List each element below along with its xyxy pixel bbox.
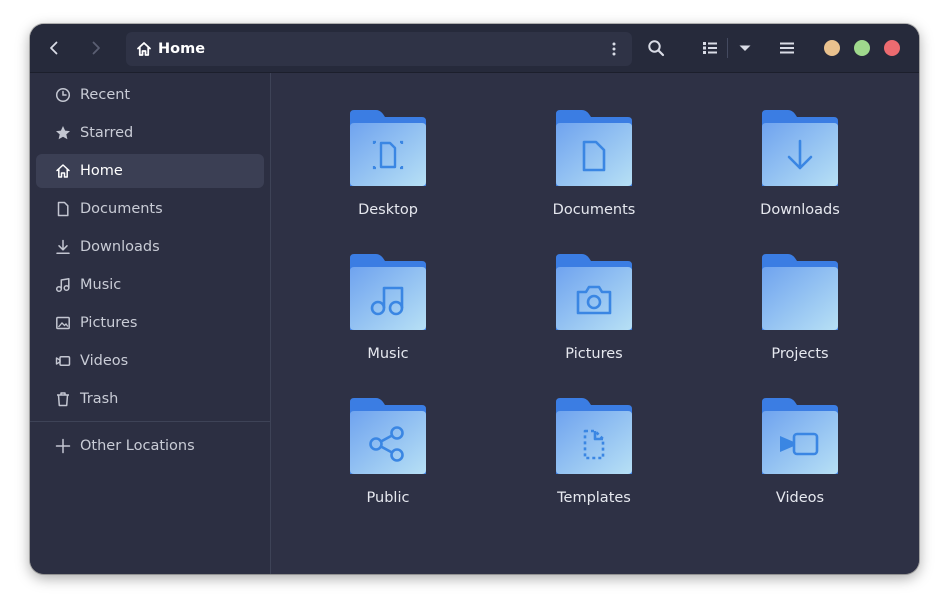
sidebar-item-label: Recent [80,87,131,103]
folder-desktop[interactable]: Desktop [323,104,453,234]
folder-label: Documents [552,202,636,218]
folder-templates[interactable]: Templates [529,392,659,522]
sidebar-item-pictures[interactable]: Pictures [36,306,264,340]
folder-label: Templates [557,490,631,506]
video-icon [54,352,72,370]
sidebar-item-label: Downloads [80,239,160,255]
sidebar-item-recent[interactable]: Recent [36,78,264,112]
folder-grid: Desktop Documents Downloads Music Pictur… [271,73,919,574]
music-icon [54,276,72,294]
folder-label: Music [367,346,409,362]
folder-documents-icon [556,110,632,186]
forward-icon [92,41,100,55]
sidebar-item-label: Other Locations [80,438,195,454]
forward-button[interactable] [80,32,112,64]
sidebar-item-starred[interactable]: Starred [36,116,264,150]
sidebar-item-label: Music [80,277,122,293]
header-bar: Home [30,24,919,73]
folder-label: Videos [775,490,825,506]
sidebar-item-videos[interactable]: Videos [36,344,264,378]
trash-icon [54,390,72,408]
back-icon [50,41,58,55]
sidebar-item-trash[interactable]: Trash [36,382,264,416]
folder-templates-icon [556,398,632,474]
folder-label: Pictures [565,346,623,362]
home-icon [54,162,72,180]
sidebar-item-label: Home [80,163,123,179]
sidebar-item-home[interactable]: Home [36,154,264,188]
header-separator [727,38,728,58]
folder-pictures[interactable]: Pictures [529,248,659,378]
folder-label: Projects [771,346,829,362]
document-icon [54,200,72,218]
sidebar-item-documents[interactable]: Documents [36,192,264,226]
folder-label: Desktop [358,202,418,218]
sidebar-item-label: Pictures [80,315,138,331]
list-view-icon [703,42,717,54]
home-icon [136,41,152,57]
folder-projects[interactable]: Projects [735,248,865,378]
path-home-label: Home [158,41,206,57]
search-icon [648,40,665,57]
star-icon [54,124,72,142]
file-manager-window: Home Recent Starred Home Documents Downl… [30,24,919,574]
sidebar-item-label: Trash [80,391,119,407]
download-icon [54,238,72,256]
minimize-button[interactable] [824,40,840,56]
plus-icon [54,437,72,455]
folder-public[interactable]: Public [323,392,453,522]
folder-label: Public [366,490,410,506]
folder-music[interactable]: Music [323,248,453,378]
path-menu-button[interactable] [600,33,628,65]
sidebar: Recent Starred Home Documents Downloads … [30,73,271,574]
maximize-button[interactable] [854,40,870,56]
chevron-down-icon [739,45,751,51]
kebab-menu-icon [612,42,616,56]
sidebar-item-other-locations[interactable]: Other Locations [36,429,264,463]
path-bar[interactable]: Home [126,32,632,66]
folder-pictures-icon [556,254,632,330]
folder-videos[interactable]: Videos [735,392,865,522]
folder-desktop-icon [350,110,426,186]
folder-projects-icon [762,254,838,330]
folder-music-icon [350,254,426,330]
sidebar-item-label: Videos [80,353,129,369]
folder-downloads-icon [762,110,838,186]
path-home[interactable]: Home [136,41,205,57]
view-options-button[interactable] [729,32,761,64]
sidebar-item-downloads[interactable]: Downloads [36,230,264,264]
hamburger-menu-icon [780,42,794,54]
picture-icon [54,314,72,332]
sidebar-item-label: Documents [80,201,163,217]
folder-label: Downloads [760,202,840,218]
close-button[interactable] [884,40,900,56]
sidebar-item-label: Starred [80,125,134,141]
clock-icon [54,86,72,104]
folder-videos-icon [762,398,838,474]
view-list-button[interactable] [694,32,726,64]
folder-documents[interactable]: Documents [529,104,659,234]
folder-public-icon [350,398,426,474]
folder-downloads[interactable]: Downloads [735,104,865,234]
sidebar-item-music[interactable]: Music [36,268,264,302]
sidebar-divider [30,421,270,422]
search-button[interactable] [640,32,672,64]
back-button[interactable] [38,32,70,64]
main-menu-button[interactable] [771,32,803,64]
